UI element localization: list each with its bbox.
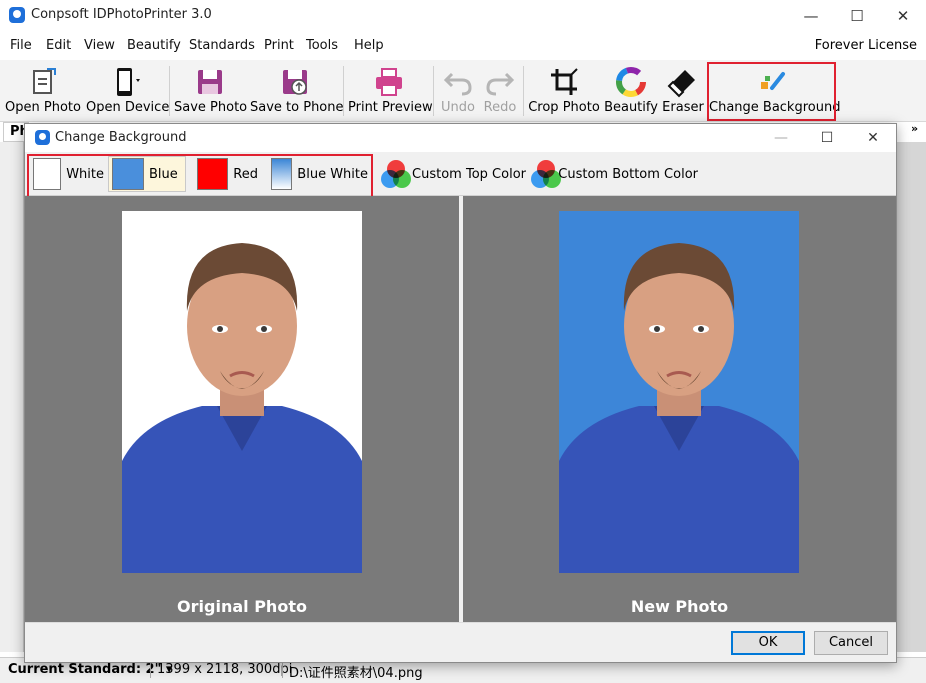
- right-panel: [896, 142, 926, 652]
- license-label: Forever License: [814, 38, 917, 53]
- dialog-title-bar: Change Background — ☐ ✕: [25, 124, 896, 152]
- open-photo-icon: [33, 68, 56, 94]
- app-icon: [9, 7, 25, 23]
- new-photo-panel: New Photo: [463, 196, 896, 622]
- eraser-label: Eraser: [662, 100, 704, 115]
- new-photo-caption: New Photo: [630, 597, 729, 616]
- menu-file[interactable]: File: [10, 38, 32, 53]
- original-photo-panel: Original Photo: [25, 196, 459, 622]
- menu-tools[interactable]: Tools: [306, 38, 338, 53]
- menu-help[interactable]: Help: [354, 38, 384, 53]
- open-device-button[interactable]: Open Device: [86, 62, 170, 120]
- maximize-button[interactable]: ☐: [834, 0, 880, 32]
- new-photo: [559, 211, 799, 573]
- menu-standards[interactable]: Standards: [189, 38, 255, 53]
- beautify-label: Beautify: [604, 100, 658, 115]
- menu-view[interactable]: View: [84, 38, 115, 53]
- dialog-maximize-button[interactable]: ☐: [804, 124, 850, 152]
- save-icon: [198, 70, 222, 94]
- ok-button[interactable]: OK: [731, 631, 805, 655]
- dialog-app-icon: [35, 130, 50, 145]
- custom-top-color-button[interactable]: Custom Top Color: [379, 156, 527, 192]
- file-path: D:\证件照素材\04.png: [289, 666, 423, 681]
- rgb-color-icon: [530, 158, 561, 190]
- original-photo: [122, 211, 362, 573]
- dialog-close-button[interactable]: ✕: [850, 124, 896, 152]
- original-photo-caption: Original Photo: [177, 597, 307, 616]
- custom-bottom-color-button[interactable]: Custom Bottom Color: [529, 156, 699, 192]
- change-background-dialog: Change Background — ☐ ✕ White Blue Red B…: [24, 123, 897, 663]
- undo-label: Undo: [441, 100, 475, 115]
- printer-icon: [376, 68, 402, 96]
- dialog-minimize-button[interactable]: —: [758, 124, 804, 152]
- open-photo-label: Open Photo: [5, 100, 81, 115]
- phone-icon: [117, 68, 140, 96]
- custom-top-color-label: Custom Top Color: [412, 166, 526, 182]
- left-panel: [0, 142, 24, 652]
- custom-bottom-color-label: Custom Bottom Color: [558, 166, 698, 182]
- eraser-button[interactable]: Eraser: [660, 62, 706, 120]
- save-photo-button[interactable]: Save Photo: [174, 62, 248, 120]
- portrait-image: [559, 243, 799, 573]
- current-standard-dropdown[interactable]: Current Standard: 2" ▾: [8, 662, 172, 677]
- status-divider: [282, 662, 283, 678]
- color-wheel-icon: [616, 67, 646, 97]
- print-preview-button[interactable]: Print Preview: [348, 62, 433, 120]
- undo-icon: [443, 72, 472, 96]
- image-info: 1399 x 2118, 300dpi: [157, 662, 293, 677]
- menu-bar: File Edit View Beautify Standards Print …: [0, 34, 926, 58]
- print-preview-label: Print Preview: [348, 100, 433, 115]
- eraser-icon: [667, 70, 695, 98]
- redo-button[interactable]: Redo: [480, 62, 520, 120]
- save-photo-label: Save Photo: [174, 100, 248, 115]
- menu-edit[interactable]: Edit: [46, 38, 71, 53]
- close-button[interactable]: ✕: [880, 0, 926, 32]
- minimize-button[interactable]: —: [788, 0, 834, 32]
- toolbar-separator: [433, 66, 434, 116]
- crop-photo-button[interactable]: Crop Photo: [528, 62, 600, 120]
- status-divider: [150, 662, 151, 678]
- save-to-phone-icon: [283, 70, 307, 95]
- undo-button[interactable]: Undo: [438, 62, 478, 120]
- app-title: Conpsoft IDPhotoPrinter 3.0: [31, 7, 212, 22]
- portrait-image: [122, 243, 362, 573]
- open-photo-button[interactable]: Open Photo: [4, 62, 82, 120]
- open-device-label: Open Device: [86, 100, 170, 115]
- redo-label: Redo: [483, 100, 517, 115]
- toolbar-overflow-icon[interactable]: »: [911, 122, 918, 135]
- crop-icon: [551, 68, 578, 95]
- beautify-button[interactable]: Beautify: [604, 62, 658, 120]
- save-to-phone-button[interactable]: Save to Phone: [250, 62, 344, 120]
- rgb-color-icon: [380, 158, 411, 190]
- highlight-color-options: [27, 154, 373, 200]
- dialog-footer: OK Cancel: [25, 622, 896, 662]
- menu-beautify[interactable]: Beautify: [127, 38, 181, 53]
- crop-photo-label: Crop Photo: [528, 100, 600, 115]
- menu-print[interactable]: Print: [264, 38, 294, 53]
- title-bar: Conpsoft IDPhotoPrinter 3.0 — ☐ ✕: [0, 0, 926, 32]
- save-to-phone-label: Save to Phone: [250, 100, 344, 115]
- background-options-bar: White Blue Red Blue White Custom Top Col…: [25, 152, 896, 200]
- highlight-change-background: [707, 62, 836, 121]
- cancel-button[interactable]: Cancel: [814, 631, 888, 655]
- toolbar-separator: [343, 66, 344, 116]
- redo-icon: [486, 72, 515, 96]
- dialog-title: Change Background: [55, 130, 187, 145]
- toolbar-separator: [169, 66, 170, 116]
- toolbar-separator: [523, 66, 524, 116]
